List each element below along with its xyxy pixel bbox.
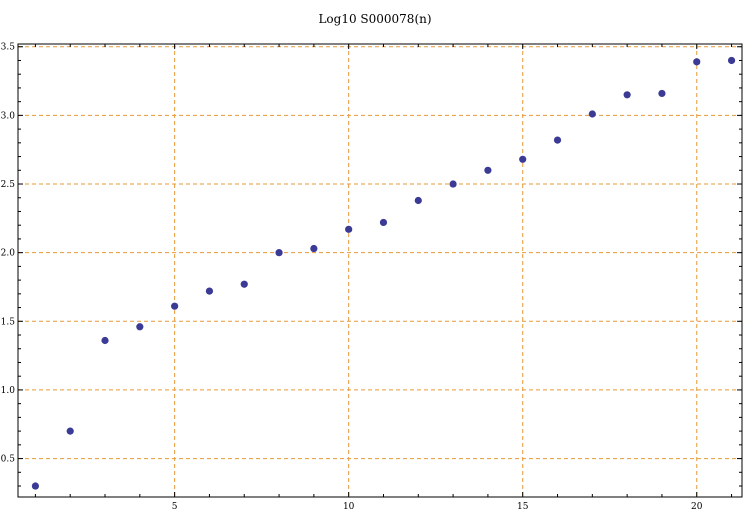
plot-frame	[17, 43, 743, 498]
y-tick-label-3: 2.0	[1, 249, 16, 259]
data-point-6	[205, 287, 214, 295]
data-point-1	[31, 482, 40, 490]
y-tick-label-0: 0.5	[1, 455, 16, 465]
x-tick-label-2: 15	[517, 502, 529, 512]
x-tick-label-3: 20	[691, 502, 703, 512]
y-tick-label-4: 2.5	[1, 180, 16, 190]
data-point-4	[136, 323, 144, 331]
data-point-14	[484, 166, 492, 174]
data-point-5	[171, 302, 179, 310]
x-tick-label-0: 5	[172, 502, 178, 512]
scatter-plot: 5 10 15 20 0.5 1.0 1.5 2.0 2.5 3.0 3.5	[1, 43, 743, 512]
x-tick-label-1: 10	[343, 502, 355, 512]
data-point-2	[66, 427, 74, 435]
data-point-9	[310, 244, 318, 253]
y-tick-label-1: 1.0	[1, 386, 16, 396]
data-point-20	[693, 58, 701, 66]
y-tick-label-6: 3.5	[1, 43, 16, 53]
data-point-17	[588, 110, 596, 118]
data-point-12	[414, 196, 422, 205]
data-point-18	[623, 91, 631, 99]
data-point-16	[553, 136, 562, 144]
data-point-11	[379, 218, 388, 227]
data-point-13	[449, 180, 457, 188]
data-point-21	[727, 56, 736, 65]
data-point-3	[101, 336, 109, 345]
data-point-8	[275, 249, 283, 257]
data-point-19	[658, 89, 666, 98]
chart-container: Log10 S000078(n) 5 10 15 20 0.5 1.0 1.5 2.0 2.5 3…	[0, 0, 750, 514]
data-point-7	[240, 280, 248, 288]
y-tick-label-5: 3.0	[1, 111, 16, 121]
y-tick-label-2: 1.5	[1, 317, 16, 327]
data-point-10	[345, 225, 353, 233]
data-point-15	[519, 155, 527, 163]
